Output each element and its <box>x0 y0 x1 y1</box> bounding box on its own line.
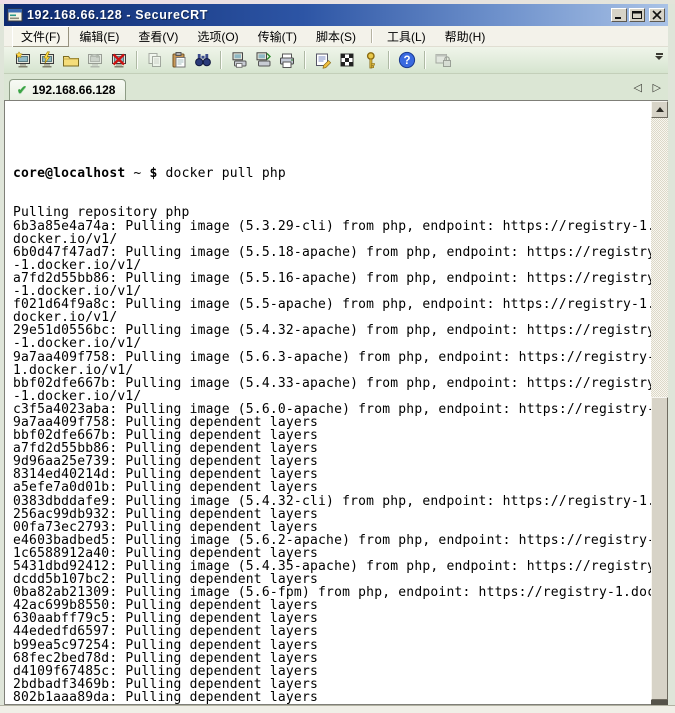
menu-item-8[interactable]: 帮助(H) <box>436 26 495 47</box>
find-button[interactable] <box>191 49 215 72</box>
toolbar-overflow-icon[interactable] <box>653 53 665 68</box>
terminal-line: bbf02dfe667b: Pulling image (5.4.33-apac… <box>13 377 651 390</box>
print-screen-icon <box>230 51 248 69</box>
terminal-line: 6b0d47f47ad7: Pulling image (5.5.18-apac… <box>13 246 651 259</box>
keymap-button[interactable] <box>335 49 359 72</box>
print-button[interactable] <box>275 49 299 72</box>
help-button[interactable]: ? <box>395 49 419 72</box>
connected-check-icon: ✔ <box>17 83 27 97</box>
security-key-button[interactable] <box>359 49 383 72</box>
window-frame-bottom <box>0 705 675 713</box>
scrollbar-thumb[interactable] <box>651 397 668 700</box>
scrollbar-up-button[interactable] <box>651 101 668 118</box>
securecrt-window: { "window": { "title": "192.168.66.128 -… <box>0 0 675 713</box>
terminal-scrollbar[interactable] <box>651 100 668 705</box>
lock-icon <box>434 51 452 69</box>
securecrt-app-icon <box>7 7 23 23</box>
terminal-line: Pulling repository php <box>13 206 651 219</box>
print-selection-icon <box>254 51 272 69</box>
terminal-line: 68fec2bed78d: Pulling dependent layers <box>13 652 651 665</box>
terminal-line: -1.docker.io/v1/ <box>13 337 651 350</box>
terminal-prompt-line: core@localhost ~ $ docker pull php <box>13 167 651 180</box>
keymap-icon <box>338 51 356 69</box>
terminal-line: 256ac99db932: Pulling dependent layers <box>13 508 651 521</box>
tab-session[interactable]: ✔ 192.168.66.128 <box>9 79 126 100</box>
toolbar-separator <box>220 51 222 69</box>
terminal-line: 0383dbddafe9: Pulling image (5.4.32-cli)… <box>13 495 651 508</box>
reconnect-button <box>83 49 107 72</box>
scroll-up-arrow-icon <box>656 107 664 112</box>
prompt-cwd: ~ <box>125 166 149 181</box>
terminal-line: 00fa73ec2793: Pulling dependent layers <box>13 521 651 534</box>
session-options-button[interactable] <box>311 49 335 72</box>
close-button[interactable] <box>649 8 665 22</box>
tab-scroll-left-icon[interactable]: ◁ <box>634 83 642 93</box>
menu-item-3[interactable]: 查看(V) <box>129 26 187 47</box>
print-screen-button[interactable] <box>227 49 251 72</box>
tab-scroll-right-icon[interactable]: ▷ <box>653 83 661 93</box>
toolbar-separator <box>388 51 390 69</box>
copy-button <box>143 49 167 72</box>
minimize-icon <box>613 10 625 20</box>
reconnect-icon <box>86 51 104 69</box>
toolbar-separator <box>136 51 138 69</box>
menu-item-4[interactable]: 选项(O) <box>188 26 247 47</box>
print-icon <box>278 51 296 69</box>
connect-icon <box>14 51 32 69</box>
terminal-line: 9a7aa409f758: Pulling image (5.6.3-apach… <box>13 351 651 364</box>
lock-button <box>431 49 455 72</box>
tab-label: 192.168.66.128 <box>32 83 115 97</box>
menu-item-6[interactable]: 脚本(S) <box>307 26 365 47</box>
terminal-line: docker.io/v1/ <box>13 233 651 246</box>
help-icon: ? <box>398 51 416 69</box>
prompt-symbol: $ <box>149 166 165 181</box>
terminal-line: e4603badbed5: Pulling image (5.6.2-apach… <box>13 534 651 547</box>
toolbar-separator <box>424 51 426 69</box>
svg-text:?: ? <box>403 55 410 67</box>
quick-connect-button[interactable] <box>35 49 59 72</box>
menu-bar: 文件(F)编辑(E)查看(V)选项(O)传输(T)脚本(S) 工具(L)帮助(H) <box>4 26 668 47</box>
menu-item-5[interactable]: 传输(T) <box>249 26 306 47</box>
terminal-screen[interactable]: core@localhost ~ $ docker pull php Pulli… <box>4 100 651 705</box>
session-tabs-icon <box>62 51 80 69</box>
toolbar-separator <box>304 51 306 69</box>
window-title: 192.168.66.128 - SecureCRT <box>27 8 609 22</box>
security-key-icon <box>362 51 380 69</box>
maximize-icon <box>631 10 643 20</box>
connect-button[interactable] <box>11 49 35 72</box>
copy-icon <box>146 51 164 69</box>
menu-item-2[interactable]: 编辑(E) <box>70 26 128 47</box>
terminal-line: -1.docker.io/v1/ <box>13 259 651 272</box>
terminal-line: -1.docker.io/v1/ <box>13 390 651 403</box>
quick-connect-icon <box>38 51 56 69</box>
terminal-line: 44ededfd6597: Pulling dependent layers <box>13 625 651 638</box>
maximize-button[interactable] <box>629 8 645 22</box>
terminal-line: c3f5a4023aba: Pulling image (5.6.0-apach… <box>13 403 651 416</box>
toolbar: ? <box>4 47 668 74</box>
disconnect-button[interactable] <box>107 49 131 72</box>
print-selection-button[interactable] <box>251 49 275 72</box>
terminal-line: b99ea5c97254: Pulling dependent layers <box>13 639 651 652</box>
terminal-line: a5efe7a0d01b: Pulling dependent layers <box>13 481 651 494</box>
disconnect-icon <box>110 51 128 69</box>
menu-divider <box>371 29 373 43</box>
terminal-line: 6b3a85e4a74a: Pulling image (5.3.29-cli)… <box>13 220 651 233</box>
menu-item-1[interactable]: 文件(F) <box>12 26 69 47</box>
minimize-button[interactable] <box>611 8 627 22</box>
find-icon <box>194 51 212 69</box>
paste-icon <box>170 51 188 69</box>
session-tabs-button[interactable] <box>59 49 83 72</box>
command-text: docker pull php <box>166 166 286 181</box>
terminal-line: 1.docker.io/v1/ <box>13 364 651 377</box>
terminal-line: 2bdbadf3469b: Pulling dependent layers <box>13 678 651 691</box>
prompt-user: core@localhost <box>13 166 125 181</box>
close-icon <box>651 10 663 20</box>
titlebar[interactable]: 192.168.66.128 - SecureCRT <box>4 4 668 26</box>
terminal-line: d4109f67485c: Pulling dependent layers <box>13 665 651 678</box>
menu-item-7[interactable]: 工具(L) <box>378 26 435 47</box>
session-options-icon <box>314 51 332 69</box>
paste-button[interactable] <box>167 49 191 72</box>
tab-bar: ✔ 192.168.66.128 ◁ ▷ <box>4 74 668 100</box>
